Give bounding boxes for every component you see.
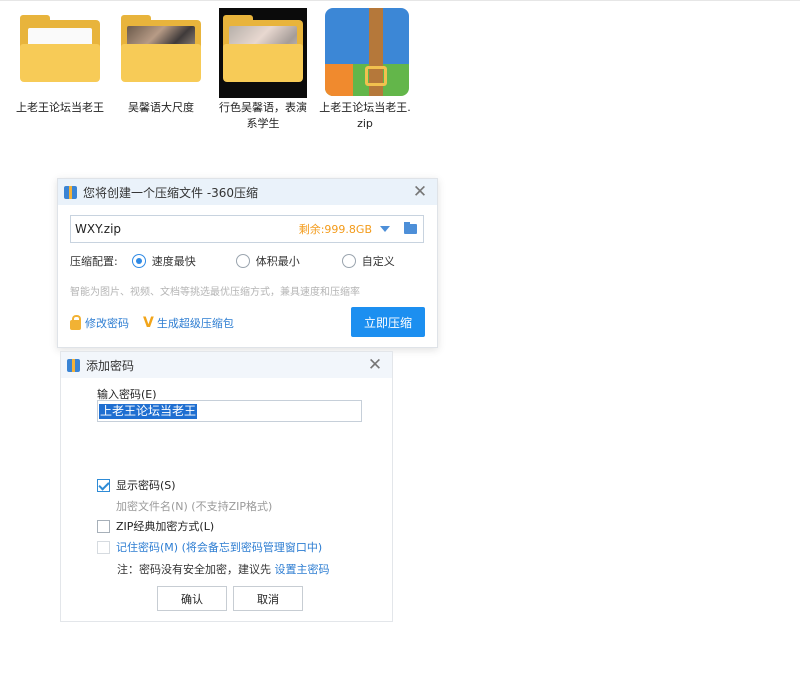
filename-value[interactable]: WXY.zip (75, 222, 299, 236)
password-input[interactable]: 上老王论坛当老王 (97, 400, 362, 422)
lock-icon (70, 314, 81, 330)
compress-dialog: 您将创建一个压缩文件 -360压缩 ✕ WXY.zip 剩余:999.8GB 压… (57, 178, 438, 348)
close-icon[interactable]: ✕ (366, 356, 384, 374)
folder-icon (219, 8, 307, 98)
radio-unselected[interactable] (235, 254, 250, 268)
super-pack-link[interactable]: 生成超级压缩包 (157, 315, 234, 331)
note-text: 注：密码没有安全加密，建议先 (117, 563, 271, 576)
zip-app-icon (64, 185, 77, 199)
desktop-folder-item[interactable]: 吴馨语大尺度 (114, 8, 208, 116)
vip-v-icon: V (143, 315, 154, 331)
checkbox-unchecked[interactable] (97, 519, 110, 533)
folder-icon (117, 8, 205, 98)
compress-dialog-titlebar[interactable]: 您将创建一个压缩文件 -360压缩 ✕ (58, 179, 437, 205)
security-note: 注：密码没有安全加密，建议先 设置主密码 (117, 561, 330, 577)
close-icon[interactable]: ✕ (411, 183, 429, 201)
option-smallest[interactable]: 体积最小 (235, 253, 342, 269)
desktop-zip-item[interactable]: 上老王论坛当老王.zip (318, 8, 412, 132)
desktop-folder-item[interactable]: 行色吴馨语，表演系学生 (216, 8, 310, 132)
config-label: 压缩配置: (70, 255, 118, 268)
remember-password-option[interactable]: 记住密码(M) (将会备忘到密码管理窗口中) (97, 539, 322, 555)
encrypt-filename-option[interactable]: 加密文件名(N) (不支持ZIP格式) (97, 498, 272, 514)
change-password-link[interactable]: 修改密码 (85, 315, 129, 331)
encrypt-filename-label: 加密文件名(N) (不支持ZIP格式) (116, 500, 273, 513)
option-label: 体积最小 (255, 255, 300, 268)
zip-archive-icon (321, 8, 409, 98)
compress-hint: 智能为图片、视频、文档等挑选最优压缩方式，兼具速度和压缩率 (70, 287, 360, 298)
show-password-label: 显示密码(S) (116, 479, 176, 492)
option-label: 自定义 (361, 255, 395, 268)
option-label: 速度最快 (151, 255, 196, 268)
password-dialog-title: 添加密码 (86, 358, 135, 373)
compress-dialog-title: 您将创建一个压缩文件 -360压缩 (83, 185, 259, 200)
zip-label: 上老王论坛当老王.zip (319, 101, 411, 130)
desktop-folder-item[interactable]: 上老王论坛当老王 (13, 8, 107, 116)
show-password-option[interactable]: 显示密码(S) (97, 477, 176, 493)
checkbox-checked[interactable] (97, 478, 110, 492)
folder-icon (16, 8, 104, 98)
zip-app-icon (67, 358, 80, 372)
radio-selected[interactable] (131, 254, 146, 268)
radio-unselected[interactable] (341, 254, 356, 268)
filename-field[interactable]: WXY.zip 剩余:999.8GB (70, 215, 424, 243)
folder-label: 吴馨语大尺度 (128, 101, 194, 114)
cancel-button[interactable]: 取消 (233, 586, 303, 611)
password-dialog: 添加密码 ✕ 输入密码(E) 上老王论坛当老王 显示密码(S) 加密文件名(N)… (60, 351, 393, 622)
compress-now-button[interactable]: 立即压缩 (351, 307, 425, 337)
chevron-down-icon[interactable] (380, 226, 390, 232)
compress-config-row: 压缩配置: 速度最快 体积最小 自定义 (70, 253, 420, 269)
desktop: 上老王论坛当老王 吴馨语大尺度 行色吴馨语，表演系学生 上老王论坛当老王.zip… (0, 0, 800, 673)
password-dialog-titlebar[interactable]: 添加密码 ✕ (61, 352, 392, 378)
set-master-password-link[interactable]: 设置主密码 (275, 563, 330, 576)
zip-classic-option[interactable]: ZIP经典加密方式(L) (97, 518, 214, 534)
compress-links: 修改密码 V 生成超级压缩包 (70, 314, 234, 331)
checkbox-disabled[interactable] (97, 499, 110, 513)
remaining-space: 剩余:999.8GB (298, 223, 372, 236)
password-value[interactable]: 上老王论坛当老王 (99, 403, 198, 419)
option-custom[interactable]: 自定义 (341, 253, 395, 269)
remember-password-label: 记住密码(M) (将会备忘到密码管理窗口中) (116, 541, 323, 554)
folder-label: 行色吴馨语，表演系学生 (219, 101, 307, 130)
top-divider (0, 0, 800, 1)
folder-label: 上老王论坛当老王 (16, 101, 104, 114)
checkbox-unchecked[interactable] (97, 540, 110, 554)
option-fastest[interactable]: 速度最快 (131, 253, 236, 269)
confirm-button[interactable]: 确认 (157, 586, 227, 611)
browse-folder-icon[interactable] (404, 222, 417, 234)
zip-classic-label: ZIP经典加密方式(L) (116, 520, 215, 533)
